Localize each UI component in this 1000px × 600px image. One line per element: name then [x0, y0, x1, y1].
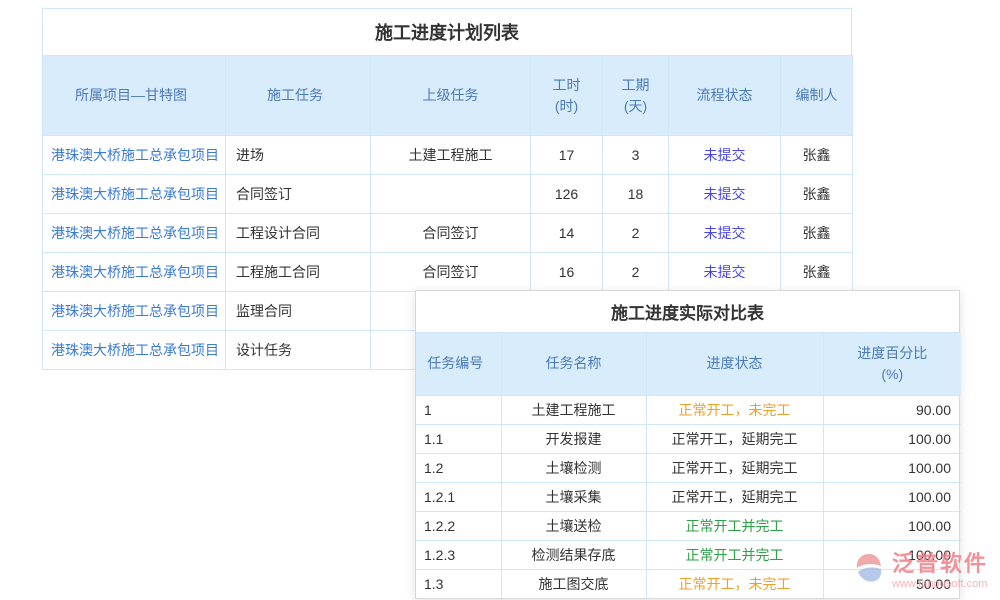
- task-name-cell: 施工图交底: [501, 569, 646, 598]
- progress-status-cell: 正常开工，延期完工: [646, 482, 823, 511]
- task-name-cell: 土壤送检: [501, 511, 646, 540]
- task-name-cell: 土壤采集: [501, 482, 646, 511]
- compare-table-row: 1 土建工程施工 正常开工，未完工 90.00: [416, 395, 961, 424]
- task-no-cell: 1.1: [416, 424, 501, 453]
- col-header-task-no: 任务编号: [416, 333, 501, 395]
- creator-cell: 张鑫: [781, 214, 853, 253]
- progress-status-cell: 正常开工，未完工: [646, 395, 823, 424]
- compare-table-row: 1.2.3 检测结果存底 正常开工并完工 100.00: [416, 540, 961, 569]
- task-no-cell: 1.2.1: [416, 482, 501, 511]
- project-link[interactable]: 港珠澳大桥施工总承包项目: [51, 303, 219, 319]
- days-cell: 2: [603, 253, 669, 292]
- progress-percent-cell: 100.00: [823, 453, 961, 482]
- creator-cell: 张鑫: [781, 136, 853, 175]
- project-link[interactable]: 港珠澳大桥施工总承包项目: [51, 225, 219, 241]
- compare-table-row: 1.2.2 土壤送检 正常开工并完工 100.00: [416, 511, 961, 540]
- hours-cell: 14: [531, 214, 603, 253]
- workflow-status-link[interactable]: 未提交: [704, 264, 746, 280]
- hours-cell: 16: [531, 253, 603, 292]
- hours-cell: 17: [531, 136, 603, 175]
- progress-percent-cell: 90.00: [823, 395, 961, 424]
- compare-table-header-row: 任务编号 任务名称 进度状态 进度百分比(%): [416, 333, 961, 395]
- compare-table: 任务编号 任务名称 进度状态 进度百分比(%) 1 土建工程施工 正常开工，未完…: [416, 333, 961, 598]
- compare-table-row: 1.2 土壤检测 正常开工，延期完工 100.00: [416, 453, 961, 482]
- page: 施工进度计划列表 所属项目—甘特图 施工任务 上级任务 工时(时) 工期(天) …: [0, 0, 1000, 600]
- task-cell: 进场: [226, 136, 371, 175]
- progress-percent-cell: 100.00: [823, 511, 961, 540]
- col-header-task: 施工任务: [226, 56, 371, 136]
- progress-percent-cell: 100.00: [823, 482, 961, 511]
- compare-table-row: 1.1 开发报建 正常开工，延期完工 100.00: [416, 424, 961, 453]
- workflow-status-link[interactable]: 未提交: [704, 186, 746, 202]
- days-cell: 2: [603, 214, 669, 253]
- col-header-status: 流程状态: [669, 56, 781, 136]
- compare-table-row: 1.2.1 土壤采集 正常开工，延期完工 100.00: [416, 482, 961, 511]
- compare-table-title: 施工进度实际对比表: [416, 291, 959, 333]
- plan-table-row: 港珠澳大桥施工总承包项目 进场 土建工程施工 17 3 未提交 张鑫: [43, 136, 853, 175]
- progress-percent-cell: 100.00: [823, 540, 961, 569]
- parent-task-cell: 土建工程施工: [371, 136, 531, 175]
- task-cell: 监理合同: [226, 292, 371, 331]
- col-header-hours: 工时(时): [531, 56, 603, 136]
- progress-status-cell: 正常开工，延期完工: [646, 424, 823, 453]
- task-cell: 合同签订: [226, 175, 371, 214]
- task-cell: 工程设计合同: [226, 214, 371, 253]
- creator-cell: 张鑫: [781, 175, 853, 214]
- compare-table-row: 1.3 施工图交底 正常开工，未完工 50.00: [416, 569, 961, 598]
- task-no-cell: 1: [416, 395, 501, 424]
- task-name-cell: 检测结果存底: [501, 540, 646, 569]
- creator-cell: 张鑫: [781, 253, 853, 292]
- project-link[interactable]: 港珠澳大桥施工总承包项目: [51, 147, 219, 163]
- plan-table-title: 施工进度计划列表: [42, 8, 852, 55]
- task-cell: 设计任务: [226, 331, 371, 370]
- project-link[interactable]: 港珠澳大桥施工总承包项目: [51, 264, 219, 280]
- task-cell: 工程施工合同: [226, 253, 371, 292]
- plan-table-row: 港珠澳大桥施工总承包项目 工程设计合同 合同签订 14 2 未提交 张鑫: [43, 214, 853, 253]
- col-header-progress-percent: 进度百分比(%): [823, 333, 961, 395]
- hours-cell: 126: [531, 175, 603, 214]
- col-header-progress-status: 进度状态: [646, 333, 823, 395]
- task-no-cell: 1.2.2: [416, 511, 501, 540]
- progress-percent-cell: 100.00: [823, 424, 961, 453]
- parent-task-cell: 合同签订: [371, 214, 531, 253]
- plan-table-header-row: 所属项目—甘特图 施工任务 上级任务 工时(时) 工期(天) 流程状态 编制人: [43, 56, 853, 136]
- col-header-project: 所属项目—甘特图: [43, 56, 226, 136]
- parent-task-cell: [371, 175, 531, 214]
- task-name-cell: 土壤检测: [501, 453, 646, 482]
- task-no-cell: 1.2.3: [416, 540, 501, 569]
- parent-task-cell: 合同签订: [371, 253, 531, 292]
- days-cell: 3: [603, 136, 669, 175]
- compare-table-panel: 施工进度实际对比表 任务编号 任务名称 进度状态 进度百分比(%) 1 土建工程…: [415, 290, 960, 599]
- project-link[interactable]: 港珠澳大桥施工总承包项目: [51, 342, 219, 358]
- col-header-task-name: 任务名称: [501, 333, 646, 395]
- col-header-parent: 上级任务: [371, 56, 531, 136]
- workflow-status-link[interactable]: 未提交: [704, 225, 746, 241]
- progress-status-cell: 正常开工并完工: [646, 540, 823, 569]
- task-name-cell: 开发报建: [501, 424, 646, 453]
- progress-status-cell: 正常开工并完工: [646, 511, 823, 540]
- progress-status-cell: 正常开工，延期完工: [646, 453, 823, 482]
- task-no-cell: 1.3: [416, 569, 501, 598]
- progress-status-cell: 正常开工，未完工: [646, 569, 823, 598]
- plan-table-row: 港珠澳大桥施工总承包项目 合同签订 126 18 未提交 张鑫: [43, 175, 853, 214]
- plan-table-row: 港珠澳大桥施工总承包项目 工程施工合同 合同签订 16 2 未提交 张鑫: [43, 253, 853, 292]
- task-name-cell: 土建工程施工: [501, 395, 646, 424]
- project-link[interactable]: 港珠澳大桥施工总承包项目: [51, 186, 219, 202]
- task-no-cell: 1.2: [416, 453, 501, 482]
- col-header-creator: 编制人: [781, 56, 853, 136]
- days-cell: 18: [603, 175, 669, 214]
- col-header-days: 工期(天): [603, 56, 669, 136]
- progress-percent-cell: 50.00: [823, 569, 961, 598]
- workflow-status-link[interactable]: 未提交: [704, 147, 746, 163]
